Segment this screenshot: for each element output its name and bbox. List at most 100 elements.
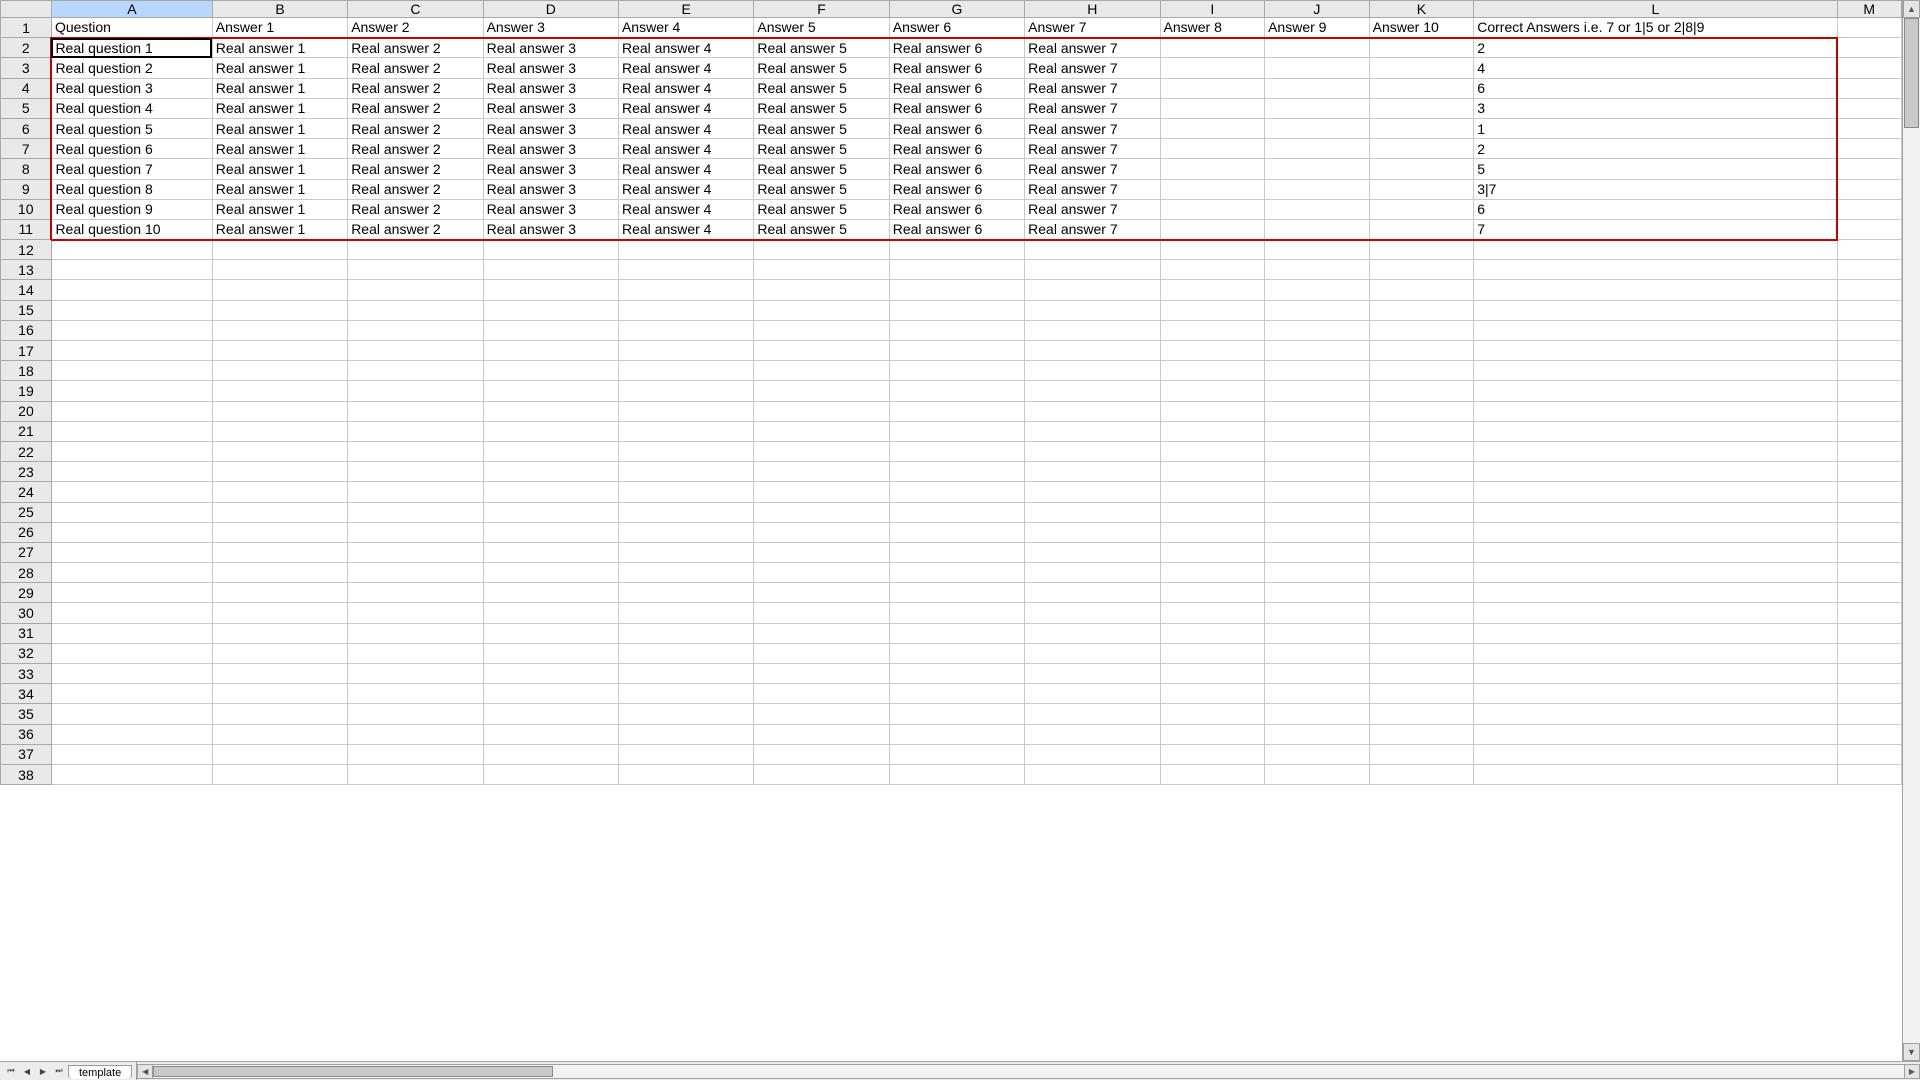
cell-I10[interactable] [1160,199,1265,219]
cell-E32[interactable] [618,643,753,663]
cell-E17[interactable] [618,341,753,361]
row-header-26[interactable]: 26 [1,522,52,542]
cell-C32[interactable] [348,643,483,663]
cell-C37[interactable] [348,744,483,764]
cell-G19[interactable] [889,381,1024,401]
cell-M11[interactable] [1837,219,1901,239]
cell-K34[interactable] [1369,684,1474,704]
cell-E8[interactable]: Real answer 4 [618,159,753,179]
cell-I5[interactable] [1160,98,1265,118]
cell-I24[interactable] [1160,482,1265,502]
cell-D30[interactable] [483,603,618,623]
cell-B27[interactable] [212,542,347,562]
cell-B22[interactable] [212,441,347,461]
cell-D4[interactable]: Real answer 3 [483,78,618,98]
row-header-20[interactable]: 20 [1,401,52,421]
cell-H33[interactable] [1025,664,1160,684]
cell-K25[interactable] [1369,502,1474,522]
cell-G8[interactable]: Real answer 6 [889,159,1024,179]
row-header-34[interactable]: 34 [1,684,52,704]
cell-G27[interactable] [889,542,1024,562]
cell-I3[interactable] [1160,58,1265,78]
scroll-up-button[interactable]: ▲ [1903,0,1920,18]
cell-M34[interactable] [1837,684,1901,704]
cell-A38[interactable] [51,764,212,784]
cell-D23[interactable] [483,462,618,482]
cell-A27[interactable] [51,542,212,562]
cell-F15[interactable] [754,300,889,320]
cell-C9[interactable]: Real answer 2 [348,179,483,199]
cell-H4[interactable]: Real answer 7 [1025,78,1160,98]
cell-B11[interactable]: Real answer 1 [212,219,347,239]
cell-K36[interactable] [1369,724,1474,744]
cell-C5[interactable]: Real answer 2 [348,98,483,118]
row-header-30[interactable]: 30 [1,603,52,623]
cell-C29[interactable] [348,583,483,603]
cell-C33[interactable] [348,664,483,684]
cell-E2[interactable]: Real answer 4 [618,38,753,58]
cell-L33[interactable] [1474,664,1837,684]
row-header-24[interactable]: 24 [1,482,52,502]
cell-C15[interactable] [348,300,483,320]
cell-K30[interactable] [1369,603,1474,623]
cell-B23[interactable] [212,462,347,482]
cell-J18[interactable] [1265,361,1370,381]
cell-H9[interactable]: Real answer 7 [1025,179,1160,199]
cell-G35[interactable] [889,704,1024,724]
cell-C4[interactable]: Real answer 2 [348,78,483,98]
cell-A3[interactable]: Real question 2 [51,58,212,78]
cell-D17[interactable] [483,341,618,361]
row-header-31[interactable]: 31 [1,623,52,643]
cell-H37[interactable] [1025,744,1160,764]
cell-M22[interactable] [1837,441,1901,461]
cell-H5[interactable]: Real answer 7 [1025,98,1160,118]
cell-D11[interactable]: Real answer 3 [483,219,618,239]
cell-L23[interactable] [1474,462,1837,482]
cell-J26[interactable] [1265,522,1370,542]
cell-D26[interactable] [483,522,618,542]
row-header-4[interactable]: 4 [1,78,52,98]
cell-I12[interactable] [1160,240,1265,260]
cell-L17[interactable] [1474,341,1837,361]
cell-F14[interactable] [754,280,889,300]
cell-G36[interactable] [889,724,1024,744]
cell-D37[interactable] [483,744,618,764]
cell-I37[interactable] [1160,744,1265,764]
cell-A9[interactable]: Real question 8 [51,179,212,199]
cell-M7[interactable] [1837,139,1901,159]
cell-B30[interactable] [212,603,347,623]
cell-A1[interactable]: Question [51,18,212,38]
cell-M36[interactable] [1837,724,1901,744]
cell-F28[interactable] [754,563,889,583]
cell-F27[interactable] [754,542,889,562]
cell-B25[interactable] [212,502,347,522]
cell-I26[interactable] [1160,522,1265,542]
cell-C19[interactable] [348,381,483,401]
cell-I8[interactable] [1160,159,1265,179]
cell-L34[interactable] [1474,684,1837,704]
cell-B13[interactable] [212,260,347,280]
scroll-right-button[interactable]: ▶ [1904,1064,1920,1079]
cell-J15[interactable] [1265,300,1370,320]
cell-K21[interactable] [1369,421,1474,441]
cell-D29[interactable] [483,583,618,603]
cell-E4[interactable]: Real answer 4 [618,78,753,98]
cell-E22[interactable] [618,441,753,461]
cell-G15[interactable] [889,300,1024,320]
cell-D15[interactable] [483,300,618,320]
scroll-left-button[interactable]: ◀ [137,1064,153,1079]
cell-D35[interactable] [483,704,618,724]
row-header-13[interactable]: 13 [1,260,52,280]
cell-G32[interactable] [889,643,1024,663]
cell-A32[interactable] [51,643,212,663]
cell-M4[interactable] [1837,78,1901,98]
cell-B33[interactable] [212,664,347,684]
cell-F19[interactable] [754,381,889,401]
cell-L18[interactable] [1474,361,1837,381]
cell-J16[interactable] [1265,320,1370,340]
cell-A37[interactable] [51,744,212,764]
cell-L28[interactable] [1474,563,1837,583]
row-header-6[interactable]: 6 [1,118,52,138]
cell-L11[interactable]: 7 [1474,219,1837,239]
cell-I25[interactable] [1160,502,1265,522]
